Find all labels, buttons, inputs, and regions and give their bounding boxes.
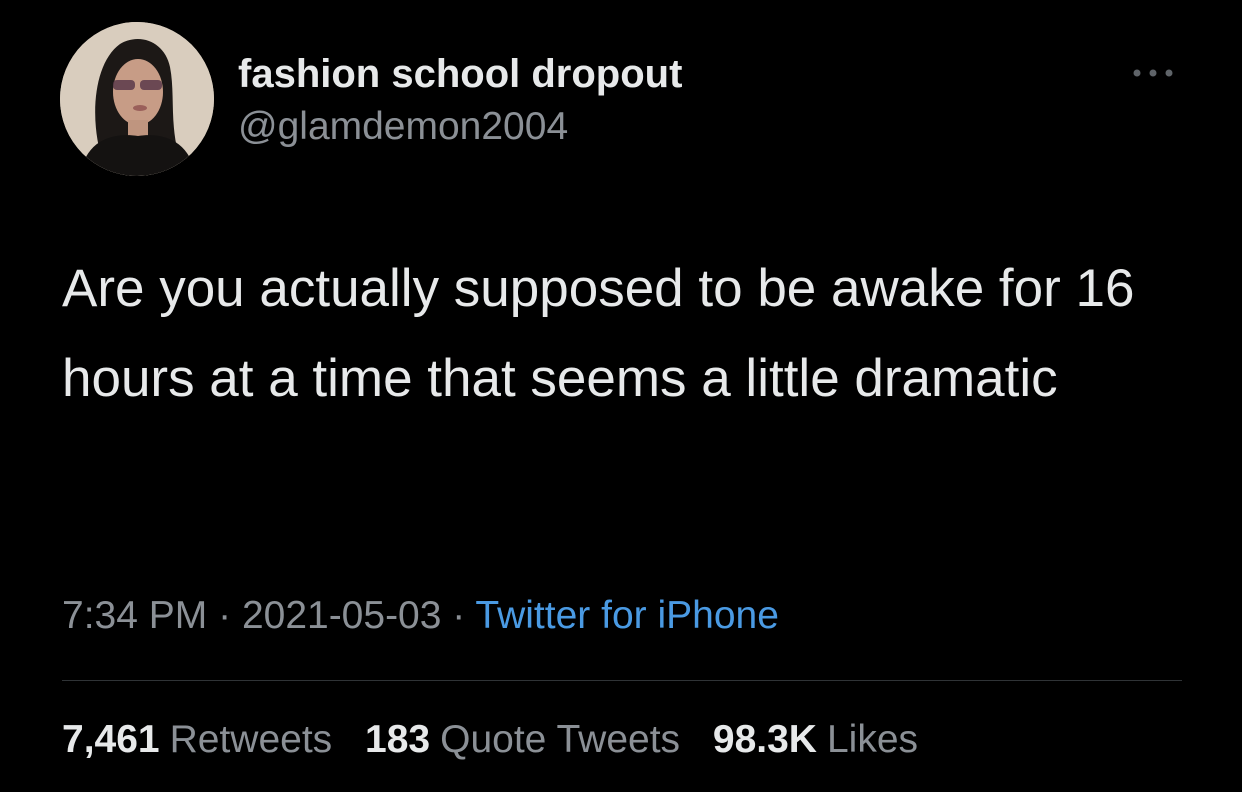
- more-options-button[interactable]: [1128, 58, 1182, 88]
- more-horizontal-icon: [1133, 69, 1173, 77]
- likes-label: Likes: [826, 718, 919, 761]
- avatar[interactable]: [60, 22, 214, 176]
- profile-photo: [60, 22, 214, 176]
- quote-tweets-stat[interactable]: 183 Quote Tweets: [365, 718, 680, 761]
- tweet-source-link[interactable]: Twitter for iPhone: [475, 594, 778, 637]
- likes-count: 98.3K: [712, 718, 817, 761]
- retweets-count: 7,461: [62, 718, 160, 761]
- likes-stat[interactable]: 98.3K Likes: [713, 718, 918, 761]
- tweet-stats: 7,461 Retweets 183 Quote Tweets 98.3K Likes: [62, 716, 940, 764]
- tweet-metadata: 7:34 PM · 2021-05-03 · Twitter for iPhon…: [62, 592, 779, 640]
- display-name[interactable]: fashion school dropout: [238, 50, 682, 98]
- separator-dot: ·: [218, 594, 232, 637]
- user-handle[interactable]: @glamdemon2004: [238, 104, 568, 150]
- divider: [62, 680, 1182, 681]
- retweets-label: Retweets: [169, 718, 333, 761]
- tweet-time[interactable]: 7:34 PM: [62, 594, 207, 637]
- tweet-text: Are you actually supposed to be awake fo…: [62, 259, 1135, 408]
- separator-dot: ·: [452, 594, 466, 637]
- quote-tweets-label: Quote Tweets: [440, 718, 681, 761]
- quote-tweets-count: 183: [365, 718, 431, 761]
- tweet-date[interactable]: 2021-05-03: [242, 594, 442, 637]
- retweets-stat[interactable]: 7,461 Retweets: [62, 718, 332, 761]
